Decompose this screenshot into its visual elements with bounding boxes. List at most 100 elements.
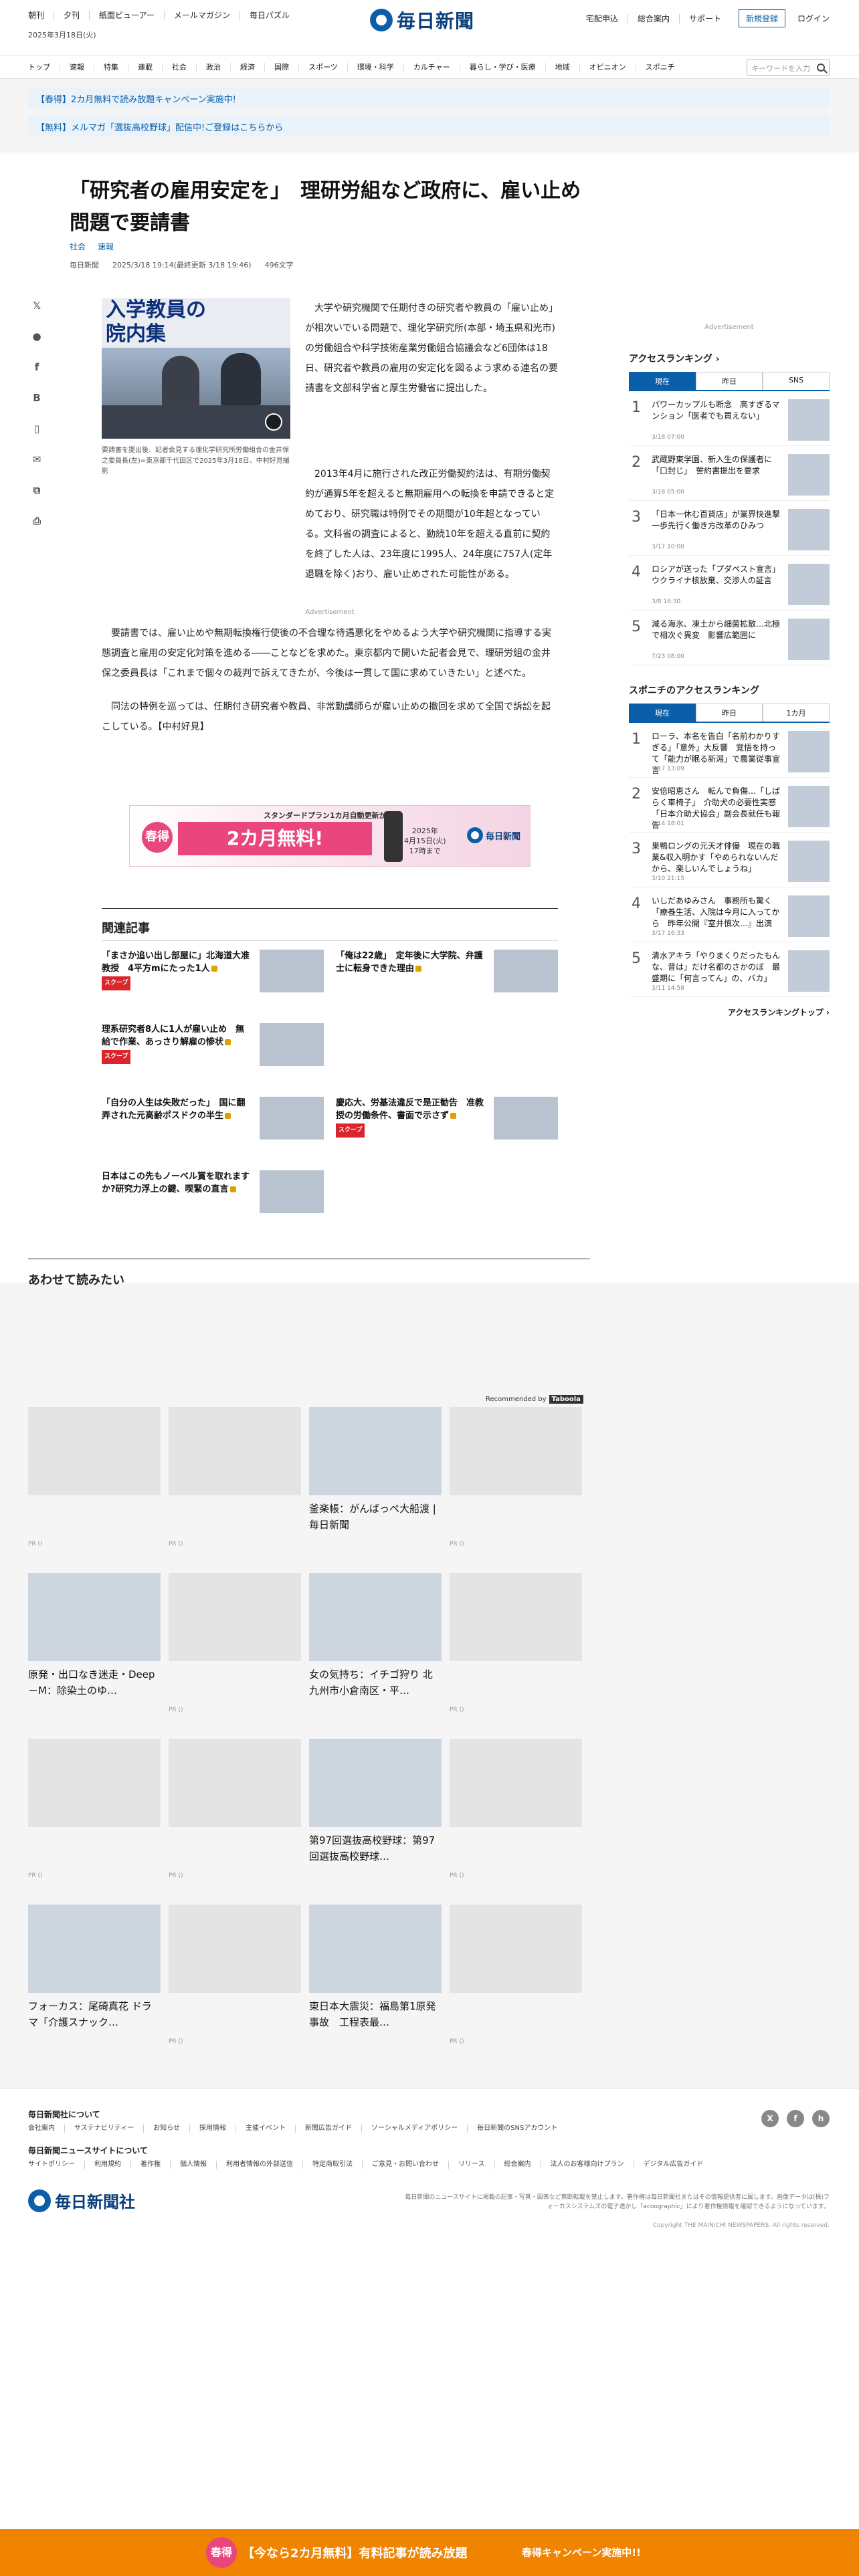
hatena-icon[interactable]: h	[812, 2110, 830, 2127]
footer-link[interactable]: お知らせ	[144, 2125, 191, 2133]
support-link[interactable]: サポート	[680, 14, 731, 23]
recommendation-card[interactable]: 釜楽帳：がんばっぺ大船渡 | 毎日新聞	[309, 1407, 442, 1553]
recommendation-card[interactable]: PR ()	[450, 1407, 582, 1553]
footer-link[interactable]: ソーシャルメディアポリシー	[362, 2125, 468, 2133]
recommendation-card[interactable]: PR ()	[169, 1905, 301, 2050]
footer-link[interactable]: 個人情報	[171, 2161, 217, 2169]
category-link[interactable]: トップ	[28, 63, 60, 72]
ranking-item[interactable]: 5 清水アキラ「やりまくりだったもんな、昔は」だけ名都のさかのぼ 最盛期に「何言っ…	[629, 942, 830, 997]
category-link[interactable]: 社会	[163, 63, 197, 72]
delivery-link[interactable]: 宅配申込	[577, 13, 628, 23]
recommendation-card[interactable]: 東日本大震災：福島第1原発事故 工程表最…	[309, 1905, 442, 2050]
zoom-icon[interactable]	[265, 413, 282, 431]
tab-now[interactable]: 現在	[629, 704, 696, 722]
ranking-item[interactable]: 4 いしだあゆみさん 事務所も驚く「療養生活、入院は今月に入ってから 昨年公開『室…	[629, 887, 830, 942]
register-button[interactable]: 新規登録	[738, 9, 785, 27]
nav-link-yukan[interactable]: 夕刊	[54, 11, 90, 20]
footer-link[interactable]: 新聞広告ガイド	[296, 2125, 363, 2133]
bottom-campaign-banner[interactable]: 春得 【今なら2カ月無料】有料記事が読み放題 春得キャンペーン実施中!!	[0, 2529, 859, 2576]
recommendation-card[interactable]: PR ()	[169, 1573, 301, 1719]
tab-month[interactable]: 1カ月	[763, 704, 830, 722]
category-link[interactable]: 特集	[94, 63, 128, 72]
ad-banner[interactable]: 春得 スタンダードプラン1カ月自動更新が 2カ月無料! 2025年 4月15日(…	[129, 805, 531, 867]
recommendation-card[interactable]: 第97回選抜高校野球：第97回選抜高校野球…	[309, 1739, 442, 1885]
info-link[interactable]: 総合案内	[628, 13, 680, 23]
site-logo[interactable]: 毎日新聞	[370, 7, 474, 33]
hatena-share-icon[interactable]: B	[29, 391, 44, 405]
x-icon[interactable]: X	[761, 2110, 779, 2127]
link-copy-icon[interactable]: ⧉	[29, 483, 44, 498]
related-item[interactable]: 理系研究者8人に1人が雇い止め 無給で作業、あっさり解雇の惨状 スクープ	[102, 1023, 324, 1077]
comment-icon[interactable]: ●	[29, 329, 44, 344]
recommendation-card[interactable]: PR ()	[28, 1407, 161, 1553]
ranking-item[interactable]: 4 ロシアが送った「プダペスト宣言」 ウクライナ核放棄、交渉人の証言 3/8 16:…	[629, 556, 830, 611]
recommendation-card[interactable]: PR ()	[450, 1905, 582, 2050]
facebook-share-icon[interactable]: f	[29, 360, 44, 374]
footer-link[interactable]: サステナビリティー	[65, 2125, 145, 2133]
footer-link[interactable]: 著作権	[131, 2161, 171, 2169]
facebook-icon[interactable]: f	[787, 2110, 804, 2127]
category-link[interactable]: 速報	[60, 63, 94, 72]
footer-link[interactable]: 法人のお客様向けプラン	[541, 2161, 634, 2169]
x-share-icon[interactable]: 𝕏	[29, 298, 44, 313]
ranking-item[interactable]: 3 「日本一休む百貨店」が業界快進撃 一歩先行く働き方改革のひみつ 3/17 10:…	[629, 501, 830, 556]
footer-link[interactable]: デジタル広告ガイド	[634, 2161, 713, 2169]
tab-sns[interactable]: SNS	[763, 372, 830, 390]
campaign-link-spring[interactable]: 【春得】2カ月無料で読み放題キャンペーン実施中!	[28, 87, 830, 108]
category-link[interactable]: カルチャー	[404, 63, 460, 72]
category-link[interactable]: 地域	[546, 63, 580, 72]
tab-now[interactable]: 現在	[629, 372, 696, 390]
search-icon[interactable]	[817, 64, 825, 72]
category-link[interactable]: 政治	[197, 63, 231, 72]
recommendation-card[interactable]: PR ()	[450, 1573, 582, 1719]
ranking-item[interactable]: 2 武蔵野東学園、新入生の保護者に「口封じ」 誓約書提出を要求 3/18 05:00	[629, 446, 830, 501]
related-item[interactable]: 日本はこの先もノーベル賞を取れますか?研究力浮上の鍵、喫緊の直言	[102, 1170, 324, 1224]
tag-breaking[interactable]: 速報	[98, 241, 114, 252]
recommendation-card[interactable]: PR ()	[28, 1739, 161, 1885]
footer-link[interactable]: 毎日新聞のSNSアカウント	[468, 2125, 567, 2133]
ranking-item[interactable]: 1 ローラ、本名を告白「名前わかりすぎる」「意外」大反響 覚悟を持って「能力が眠る…	[629, 723, 830, 778]
ranking-item[interactable]: 5 減る海氷、凍土から細菌拡散…北極で相次ぐ異変 影響広範囲に 7/23 08:00	[629, 611, 830, 665]
article-photo[interactable]: 入学教員の 院内集	[102, 298, 290, 439]
recommendation-card[interactable]: PR ()	[450, 1739, 582, 1885]
category-link[interactable]: 経済	[231, 63, 265, 72]
nav-link-mailmag[interactable]: メールマガジン	[165, 11, 240, 20]
footer-link[interactable]: 利用規約	[85, 2161, 131, 2169]
footer-link[interactable]: 会社案内	[28, 2125, 65, 2133]
footer-link[interactable]: サイトポリシー	[28, 2161, 85, 2169]
recommendation-card[interactable]: PR ()	[169, 1739, 301, 1885]
ranking-item[interactable]: 2 安倍昭恵さん 転んで負傷…「しばらく車椅子」 介助犬の必要性実感「日本介助犬協…	[629, 778, 830, 833]
category-link[interactable]: オピニオン	[580, 63, 636, 72]
campaign-link-mailmag[interactable]: 【無料】メルマガ「選抜高校野球」配信中!ご登録はこちらから	[28, 115, 830, 136]
category-link[interactable]: 環境・科学	[348, 63, 404, 72]
footer-link[interactable]: 利用者情報の外部送信	[217, 2161, 303, 2169]
bookmark-icon[interactable]: ▯	[29, 421, 44, 436]
tab-yesterday[interactable]: 昨日	[696, 372, 763, 390]
tab-yesterday[interactable]: 昨日	[696, 704, 763, 722]
ranking-item[interactable]: 1 パワーカップルも断念 高すぎるマンション「医者でも買えない」 3/18 07:0…	[629, 391, 830, 446]
category-link[interactable]: スポニチ	[636, 63, 684, 72]
related-item[interactable]: 「自分の人生は失敗だった」 国に翻弄された元高齢ポスドクの半生	[102, 1097, 324, 1150]
print-icon[interactable]: ⎙	[29, 514, 44, 528]
ranking-top-link[interactable]: アクセスランキングトップ ›	[629, 997, 830, 1018]
nav-link-puzzle[interactable]: 毎日パズル	[240, 11, 299, 20]
category-link[interactable]: 連載	[128, 63, 163, 72]
tag-society[interactable]: 社会	[70, 241, 86, 252]
footer-logo[interactable]: 毎日新聞社	[28, 2189, 135, 2212]
nav-link-viewer[interactable]: 紙面ビューアー	[90, 11, 165, 20]
ranking-item[interactable]: 3 巣鴨ロングの元天才俳優 現在の職業&収入明かす「やめられないんだから、楽しいん…	[629, 833, 830, 887]
footer-link[interactable]: 採用情報	[190, 2125, 237, 2133]
recommendation-card[interactable]: PR ()	[169, 1407, 301, 1553]
footer-link[interactable]: 総合案内	[495, 2161, 541, 2169]
recommendation-card[interactable]: 女の気持ち：イチゴ狩り 北九州市小倉南区・平…	[309, 1573, 442, 1719]
category-link[interactable]: スポーツ	[299, 63, 348, 72]
recommendation-card[interactable]: 原発・出口なき迷走・Deep－M：除染土のゆ…	[28, 1573, 161, 1719]
category-link[interactable]: 国際	[265, 63, 299, 72]
mail-icon[interactable]: ✉	[29, 452, 44, 467]
recommendation-card[interactable]: フォーカス：尾碕真花 ドラマ「介護スナック…	[28, 1905, 161, 2050]
footer-link[interactable]: ご意見・お問い合わせ	[363, 2161, 449, 2169]
footer-link[interactable]: リリース	[449, 2161, 495, 2169]
nav-link-chokan[interactable]: 朝刊	[28, 11, 55, 20]
access-ranking-title[interactable]: アクセスランキング ›	[629, 352, 830, 372]
related-item[interactable]: 「まさか追い出し部屋に」北海道大准教授 4平方mにたった1人 スクープ	[102, 950, 324, 1003]
